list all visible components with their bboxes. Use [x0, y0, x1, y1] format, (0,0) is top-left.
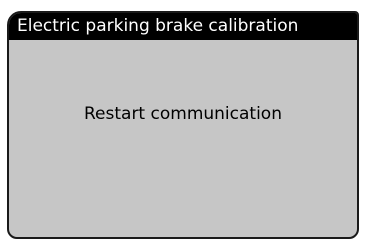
screen-title: Electric parking brake calibration	[9, 13, 357, 40]
device-screen: Electric parking brake calibration Resta…	[7, 11, 359, 239]
screen-body: Restart communication	[9, 40, 357, 237]
status-message: Restart communication	[84, 104, 282, 124]
